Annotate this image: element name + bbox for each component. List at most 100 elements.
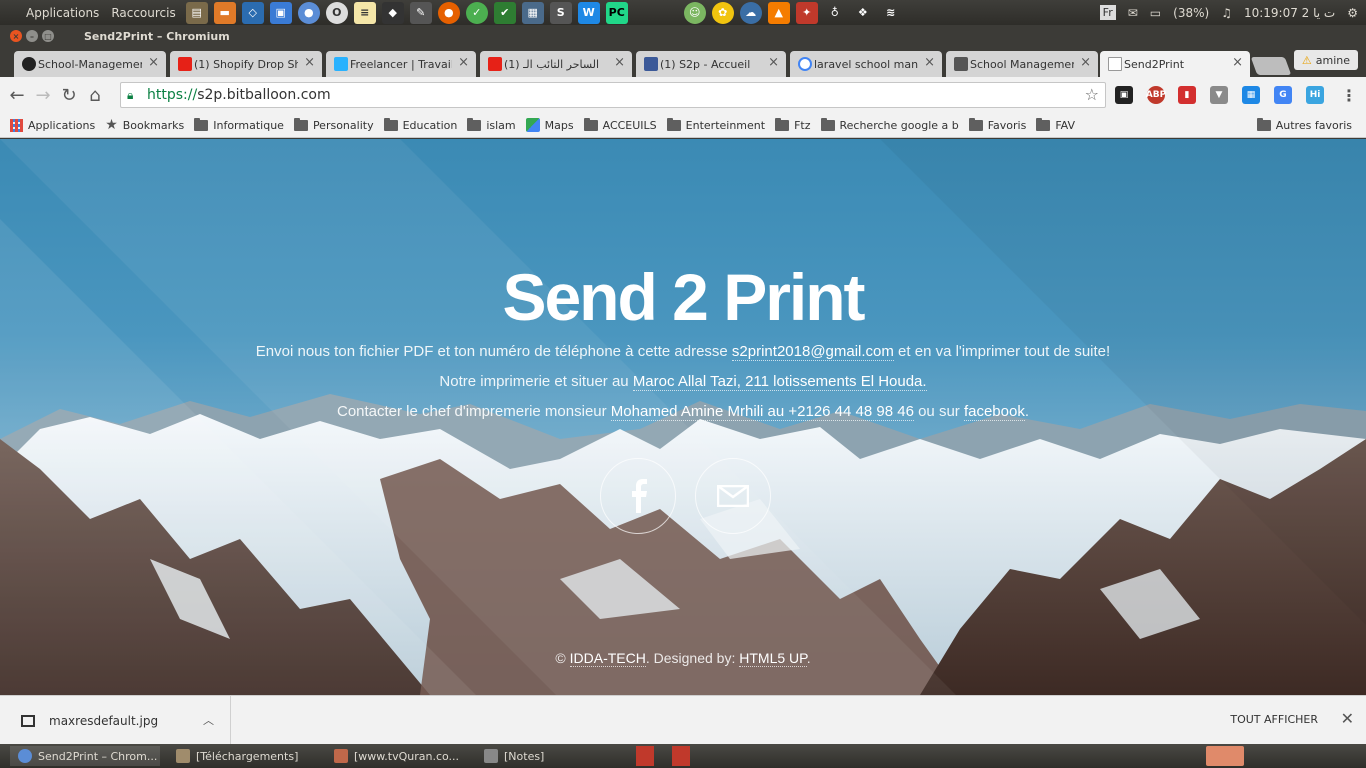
tray-app-icon[interactable]: ☺	[683, 1, 706, 24]
task-notes[interactable]: [Notes]	[476, 746, 626, 766]
task-downloads[interactable]: [Téléchargements]	[168, 746, 318, 766]
bookmark-enterteinment[interactable]: Enterteinment	[666, 117, 765, 132]
bookmark-favoris[interactable]: Favoris	[968, 117, 1026, 132]
bookmark-informatique[interactable]: Informatique	[194, 117, 284, 132]
bookmark-islam[interactable]: islam	[467, 117, 516, 132]
menu-icon[interactable]: ⋮	[1340, 86, 1358, 105]
profile-button[interactable]: ⚠ amine	[1293, 50, 1358, 70]
chevron-up-icon[interactable]: ︿	[203, 712, 214, 728]
tab-school-management[interactable]: School Management ×	[946, 51, 1098, 77]
bookmark-recherche-google[interactable]: Recherche google a b	[820, 117, 959, 132]
address-link[interactable]: Maroc Allal Tazi, 211 lotissements El Ho…	[632, 373, 927, 391]
checklist-icon[interactable]: ✔	[493, 1, 516, 24]
facebook-button[interactable]	[600, 458, 676, 534]
pocket-icon[interactable]: ▮	[1178, 86, 1196, 104]
folder-icon[interactable]: ▬	[213, 1, 236, 24]
applications-menu[interactable]: Applications	[0, 6, 105, 20]
forward-button[interactable]: →	[30, 85, 56, 106]
volume-icon[interactable]: ♫	[1221, 6, 1232, 20]
facebook-link[interactable]: facebook	[963, 403, 1025, 421]
tab-school-management-github[interactable]: School-Management ×	[14, 51, 166, 77]
extension-icon[interactable]: ▣	[1115, 86, 1133, 104]
show-all-downloads-button[interactable]: TOUT AFFICHER	[1230, 713, 1318, 726]
bookmark-ftz[interactable]: Ftz	[775, 117, 811, 132]
webstorm-icon[interactable]: W	[577, 1, 600, 24]
close-tab-icon[interactable]: ×	[458, 55, 469, 70]
sublime-icon[interactable]: S	[549, 1, 572, 24]
close-tab-icon[interactable]: ×	[148, 55, 159, 70]
home-button[interactable]: ⌂	[82, 85, 108, 106]
wifi-icon[interactable]: ≋	[880, 2, 902, 24]
email-link[interactable]: s2print2018@gmail.com	[731, 343, 894, 361]
opera-icon[interactable]: O	[325, 1, 348, 24]
task-check-icon[interactable]: ✓	[465, 1, 488, 24]
bookmark-applications[interactable]: Applications	[10, 118, 95, 132]
app-icon[interactable]	[672, 746, 690, 766]
gimp-icon[interactable]: ✎	[409, 1, 432, 24]
address-bar[interactable]: 🔒︎ https:// s2p.bitballoon.com ☆	[120, 82, 1106, 108]
terminal-icon[interactable]: ▦	[521, 1, 544, 24]
launcher-app-icon[interactable]: ▤	[185, 1, 208, 24]
bookmark-maps[interactable]: Maps	[525, 118, 574, 132]
close-window-button[interactable]: ×	[10, 30, 22, 42]
gear-icon[interactable]: ⚙	[1347, 6, 1358, 20]
minimize-window-button[interactable]: –	[26, 30, 38, 42]
pycharm-icon[interactable]: PC	[605, 1, 628, 24]
adblock-icon[interactable]: ABP	[1146, 86, 1166, 104]
app-icon[interactable]	[636, 746, 654, 766]
pokemon-icon[interactable]: ✿	[711, 1, 734, 24]
weather-icon[interactable]: ☁	[739, 1, 762, 24]
bookmark-fav[interactable]: FAV	[1036, 117, 1075, 132]
close-tab-icon[interactable]: ×	[768, 55, 779, 70]
close-tab-icon[interactable]: ×	[924, 55, 935, 70]
tab-s2p-facebook[interactable]: (1) S2p - Accueil ×	[636, 51, 786, 77]
maximize-window-button[interactable]: □	[42, 30, 54, 42]
screenshot-icon[interactable]: ▣	[269, 1, 292, 24]
inkscape-icon[interactable]: ◆	[381, 1, 404, 24]
tab-arabic-youtube[interactable]: (1) الساحر التائب الـ ×	[480, 51, 632, 77]
bookmark-acceuils[interactable]: ACCEUILS	[583, 117, 657, 132]
tab-shopify-youtube[interactable]: (1) Shopify Drop Sh ×	[170, 51, 322, 77]
idda-tech-link[interactable]: IDDA-TECH	[569, 650, 646, 667]
html5up-link[interactable]: HTML5 UP	[739, 650, 807, 667]
close-tab-icon[interactable]: ×	[1080, 55, 1091, 70]
tab-send2print[interactable]: Send2Print ×	[1100, 51, 1250, 77]
other-bookmarks[interactable]: Autres favoris	[1256, 117, 1352, 132]
translate-icon[interactable]: G	[1274, 86, 1292, 104]
dropbox-icon[interactable]: ❖	[852, 2, 874, 24]
shield-icon[interactable]: ▼	[1210, 86, 1228, 104]
close-icon[interactable]: ✕	[1341, 709, 1354, 728]
task-tvquran[interactable]: [www.tvQuran.co...	[326, 746, 476, 766]
firefox-icon[interactable]: ●	[437, 1, 460, 24]
chromium-icon[interactable]: ●	[297, 1, 320, 24]
bookmark-bookmarks[interactable]: ★ Bookmarks	[105, 117, 184, 133]
close-tab-icon[interactable]: ×	[614, 55, 625, 70]
fox-icon[interactable]: ✦	[795, 1, 818, 24]
notes-icon[interactable]: ≡	[353, 1, 376, 24]
vscode-icon[interactable]: ◇	[241, 1, 264, 24]
battery-icon[interactable]: ▭	[1150, 6, 1161, 20]
bookmark-star-icon[interactable]: ☆	[1085, 85, 1099, 104]
reload-button[interactable]: ↻	[56, 85, 82, 106]
new-tab-button[interactable]	[1250, 57, 1292, 75]
close-tab-icon[interactable]: ×	[304, 55, 315, 70]
shortcuts-menu[interactable]: Raccourcis	[105, 6, 181, 20]
workspace-switcher-icon[interactable]	[1206, 746, 1244, 766]
back-button[interactable]: ←	[4, 85, 30, 106]
lightbulb-icon[interactable]: ♁	[824, 2, 846, 24]
phone-link[interactable]: Mohamed Amine Mrhili au +2126 44 48 98 4…	[610, 403, 914, 421]
screen-capture-icon[interactable]: ▦	[1242, 86, 1260, 104]
bookmark-education[interactable]: Education	[383, 117, 457, 132]
email-button[interactable]	[695, 458, 771, 534]
mail-icon[interactable]: ✉	[1128, 6, 1138, 20]
task-send2print[interactable]: Send2Print – Chrom...	[10, 746, 160, 766]
keyboard-layout[interactable]: Fr	[1099, 5, 1116, 20]
close-tab-icon[interactable]: ×	[1232, 55, 1243, 70]
bookmark-personality[interactable]: Personality	[293, 117, 374, 132]
hi-extension-icon[interactable]: Hi	[1306, 86, 1324, 104]
vlc-icon[interactable]: ▲	[767, 1, 790, 24]
tab-freelancer[interactable]: Freelancer | Travail ×	[326, 51, 476, 77]
tab-laravel-google[interactable]: laravel school mana ×	[790, 51, 942, 77]
clock[interactable]: 10:19:07 2 ت يا	[1244, 6, 1335, 20]
download-item[interactable]: maxresdefault.jpg ︿	[0, 696, 231, 745]
